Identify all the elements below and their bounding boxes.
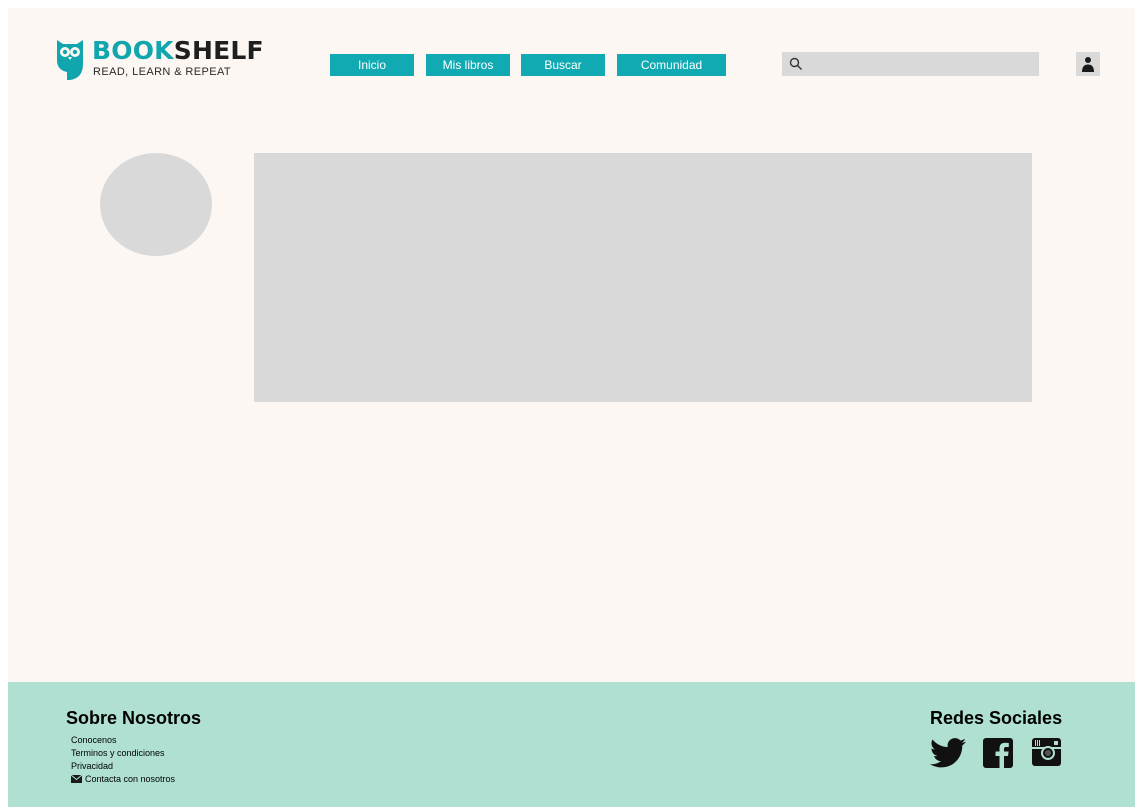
- footer-link-terminos[interactable]: Terminos y condiciones: [71, 747, 175, 760]
- search-input[interactable]: [808, 54, 1033, 74]
- twitter-icon[interactable]: [930, 738, 966, 768]
- brand-name-rest: SHELF: [173, 36, 264, 65]
- nav-buscar-button[interactable]: Buscar: [521, 54, 605, 76]
- brand-name: BOOKSHELF: [92, 36, 264, 65]
- footer-link-privacidad[interactable]: Privacidad: [71, 760, 175, 773]
- footer: Sobre Nosotros Conocenos Terminos y cond…: [8, 682, 1135, 807]
- brand-tagline: READ, LEARN & REPEAT: [93, 66, 231, 78]
- brand-name-accent: BOOK: [92, 36, 174, 65]
- nav-inicio-button[interactable]: Inicio: [330, 54, 414, 76]
- user-profile-button[interactable]: [1076, 52, 1100, 76]
- about-title: Sobre Nosotros: [66, 708, 202, 728]
- page: BOOKSHELF READ, LEARN & REPEAT Inicio Mi…: [8, 8, 1135, 807]
- brand-logo[interactable]: BOOKSHELF READ, LEARN & REPEAT: [54, 36, 264, 90]
- facebook-icon[interactable]: [983, 738, 1013, 768]
- user-icon: [1082, 57, 1094, 72]
- content-placeholder: [254, 153, 1032, 402]
- footer-link-contacta-label: Contacta con nosotros: [85, 774, 176, 784]
- social-title: Redes Sociales: [930, 708, 1063, 728]
- search-bar[interactable]: [782, 52, 1039, 76]
- owl-logo-icon: [57, 40, 83, 80]
- nav-mis-libros-button[interactable]: Mis libros: [426, 54, 510, 76]
- instagram-icon[interactable]: [1032, 738, 1061, 766]
- footer-link-conocenos[interactable]: Conocenos: [71, 734, 175, 747]
- avatar-placeholder: [100, 153, 212, 256]
- search-icon: [789, 57, 802, 70]
- mail-icon: [71, 775, 82, 783]
- footer-link-contacta[interactable]: Contacta con nosotros: [71, 773, 175, 786]
- nav-comunidad-button[interactable]: Comunidad: [617, 54, 726, 76]
- about-links: Conocenos Terminos y condiciones Privaci…: [71, 734, 175, 786]
